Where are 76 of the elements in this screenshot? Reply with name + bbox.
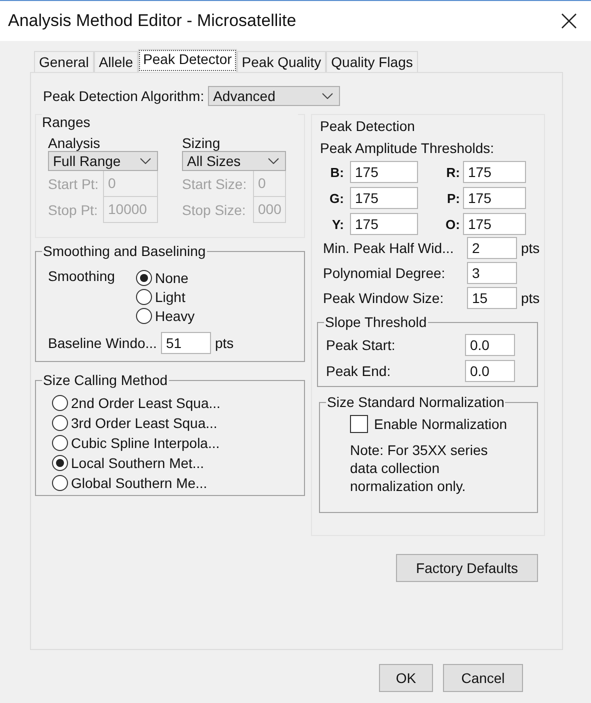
radio-button[interactable] [52,455,68,471]
field-label: Stop Size: [182,202,247,218]
radio-option[interactable]: Local Southern Met... [52,453,304,473]
field-label: Baseline Windo... [48,335,157,351]
field-label: Min. Peak Half Wid... [322,240,455,256]
channel-label: B: [329,164,344,180]
group-title: Ranges [42,114,298,130]
radio-button[interactable] [136,308,152,324]
unit-label: pts [521,240,540,256]
input-field[interactable]: 175 [350,161,418,183]
field-label: Peak Amplitude Thresholds: [320,140,496,156]
tab[interactable]: General [34,51,94,72]
tab[interactable]: Peak Quality [236,51,326,72]
radio-option[interactable]: Heavy [136,306,195,325]
chevron-icon [322,93,334,99]
unit-label: pts [521,290,540,306]
close-icon[interactable] [561,13,577,29]
tab[interactable]: Allele [94,51,138,72]
checkbox[interactable] [350,415,368,433]
radio-option[interactable]: Cubic Spline Interpola... [52,433,304,453]
field-label: Smoothing [48,268,116,286]
field-label: Peak Detection Algorithm: [43,88,204,104]
range-dropdown[interactable]: All Sizes [182,151,286,171]
input-field[interactable]: 0.0 [465,334,515,356]
group-title: Size Calling Method [42,372,169,388]
input-field[interactable]: 15 [467,286,517,308]
input-field[interactable]: 175 [463,161,526,183]
radio-button[interactable] [52,415,68,431]
field-label: Peak Window Size: [322,290,445,306]
input-field[interactable]: 0.0 [465,360,515,382]
dialog-button[interactable]: Cancel [443,664,523,692]
channel-label: O: [444,216,460,232]
radio-option[interactable]: Global Southern Me... [52,473,304,493]
group-title: Slope Threshold [324,314,428,330]
input-field[interactable]: 175 [463,187,526,209]
note-text: Note: For 35XX series data collection normalization only. [350,441,489,495]
field-label: Start Pt: [48,176,100,192]
dialog-button[interactable]: OK [379,664,433,692]
field-label: Polynomial Degree: [322,264,446,280]
radio-option[interactable]: Light [136,287,195,306]
field-label: Peak Start: [326,337,396,353]
radio-button[interactable] [52,395,68,411]
algorithm-dropdown[interactable]: Advanced [208,86,340,106]
field-label: Start Size: [182,176,248,192]
window-title: Analysis Method Editor - Microsatellite [8,11,296,31]
input-field[interactable]: 3 [467,262,517,284]
input-field[interactable]: 175 [350,213,418,235]
radio-option[interactable]: 2nd Order Least Squa... [52,393,304,413]
input-field[interactable]: 175 [463,213,526,235]
factory-defaults-button[interactable]: Factory Defaults [396,554,538,582]
chevron-icon [268,158,279,164]
radio-button[interactable] [136,270,152,286]
channel-label: G: [328,190,344,206]
chevron-icon [140,158,151,164]
checkbox-option[interactable]: Enable Normalization [350,415,537,433]
range-dropdown[interactable]: Full Range [48,151,158,171]
tab[interactable]: Quality Flags [326,51,418,72]
radio-option[interactable]: 3rd Order Least Squa... [52,413,304,433]
input-field[interactable]: 2 [467,236,517,258]
field-label: Sizing [182,135,222,151]
group-title: Smoothing and Baselining [42,243,207,259]
field-label: Analysis [48,135,102,151]
channel-label: R: [445,164,460,180]
unit-label: pts [214,335,234,351]
channel-label: Y: [330,216,344,232]
group-title: Size Standard Normalization [326,394,506,410]
radio-button[interactable] [52,435,68,451]
field-label: Stop Pt: [48,202,99,218]
channel-label: P: [446,190,460,206]
radio-option[interactable]: None [136,268,195,287]
input-field[interactable]: 51 [160,332,211,354]
field-label: Peak End: [326,363,392,379]
tab[interactable]: Peak Detector [138,49,237,72]
radio-button[interactable] [52,475,68,491]
radio-button[interactable] [136,288,152,304]
input-field[interactable]: 175 [350,187,418,209]
